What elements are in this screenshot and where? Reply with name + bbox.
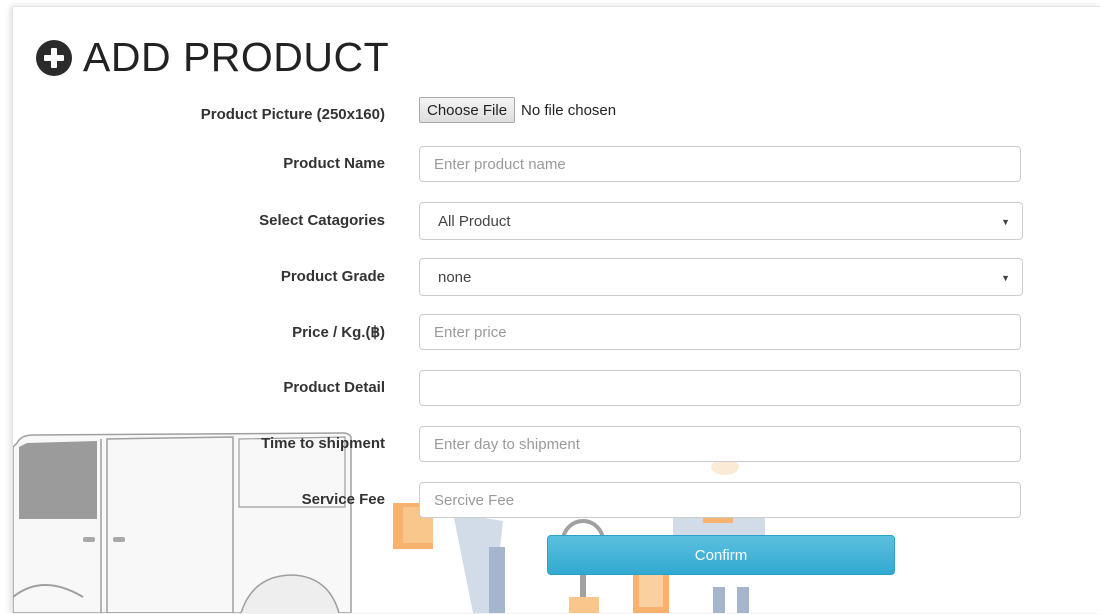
shipment-label: Time to shipment (261, 435, 385, 452)
chevron-down-icon: ▼ (1001, 217, 1010, 227)
product-name-label: Product Name (283, 155, 385, 172)
grade-select[interactable]: none ▼ (419, 258, 1023, 296)
categories-select[interactable]: All Product ▼ (419, 202, 1023, 240)
confirm-button[interactable]: Confirm (547, 535, 895, 575)
service-fee-input[interactable] (419, 482, 1021, 518)
product-picture-label: Product Picture (250x160) (200, 106, 385, 123)
file-status: No file chosen (521, 101, 617, 119)
shipment-input[interactable] (419, 426, 1021, 462)
choose-file-button[interactable]: Choose File (419, 97, 516, 123)
page-title-text: ADD PRODUCT (83, 34, 390, 80)
categories-label: Select Catagories (259, 212, 385, 229)
product-detail-label: Product Detail (283, 379, 385, 396)
add-product-panel: ADD PRODUCT Product Picture (250x160) Ch… (12, 6, 1100, 613)
grade-label: Product Grade (280, 268, 385, 285)
service-fee-label: Service Fee (301, 491, 385, 508)
price-input[interactable] (419, 314, 1021, 350)
product-name-input[interactable] (419, 146, 1021, 182)
plus-circle-icon (36, 39, 72, 76)
chevron-down-icon: ▼ (1001, 273, 1010, 283)
price-label: Price / Kg.(฿) (292, 324, 385, 341)
grade-selected-value: none (438, 268, 472, 286)
page-title: ADD PRODUCT (35, 37, 389, 78)
van-illustration (13, 432, 352, 613)
product-detail-input[interactable] (419, 370, 1021, 406)
file-input[interactable]: Choose File No file chosen (419, 97, 616, 123)
categories-selected-value: All Product (438, 212, 511, 230)
